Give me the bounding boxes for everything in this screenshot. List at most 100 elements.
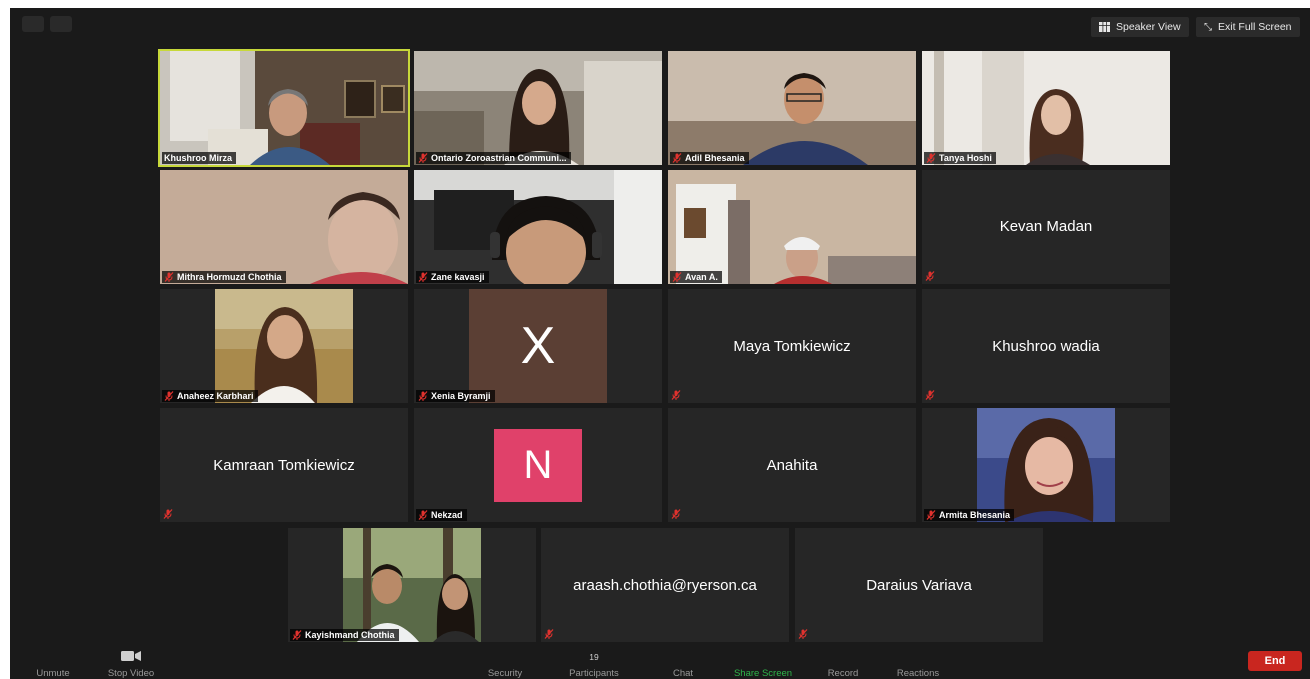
participant-name: Kevan Madan [999, 218, 1093, 235]
muted-mic-icon [672, 153, 682, 163]
participant-name: Armita Bhesania [939, 510, 1011, 520]
stop-video-label: Stop Video [107, 668, 155, 679]
muted-mic-icon [164, 391, 174, 401]
camera-icon [121, 651, 141, 661]
participant-photo [343, 528, 481, 642]
muted-mic-icon [671, 390, 681, 400]
share-screen-button[interactable]: Share Screen [723, 668, 803, 679]
muted-mic-icon [671, 509, 681, 519]
speaker-view-button[interactable]: Speaker View [1091, 17, 1189, 37]
video-tile[interactable]: Mithra Hormuzd Chothia [160, 170, 408, 284]
zoom-meeting-window: Speaker View ⤡ Exit Full Screen Khushroo… [10, 8, 1310, 679]
video-tile[interactable]: Kamraan Tomkiewicz [160, 408, 408, 522]
stop-video-button[interactable]: Stop Video [100, 650, 162, 679]
video-tile[interactable]: Khushroo Mirza [158, 49, 410, 167]
end-label: End [1264, 655, 1286, 667]
participant-photo [215, 289, 353, 403]
participant-video [668, 170, 916, 284]
speaker-view-label: Speaker View [1116, 21, 1181, 33]
participant-name: Khushroo wadia [992, 337, 1100, 355]
participant-name-tag: Armita Bhesania [924, 509, 1015, 521]
muted-mic-icon [292, 630, 302, 640]
exit-fullscreen-icon: ⤡ [1204, 21, 1212, 33]
video-tile[interactable]: Adil Bhesania [668, 51, 916, 165]
video-tile[interactable]: Armita Bhesania [922, 408, 1170, 522]
avatar-letter: N [523, 443, 553, 487]
participant-name: Kayishmand Chothia [305, 630, 395, 640]
participant-video [922, 51, 1170, 165]
muted-mic-icon [418, 510, 428, 520]
muted-mic-icon [926, 153, 936, 163]
video-tile[interactable]: araash.chothia@ryerson.ca [541, 528, 789, 642]
muted-mic-icon [418, 153, 428, 163]
muted-mic-icon [798, 629, 808, 639]
participant-name: Adil Bhesania [685, 153, 745, 163]
participant-name: Anahita [766, 456, 818, 474]
unmute-label: Unmute [36, 668, 70, 679]
video-tile[interactable]: Khushroo wadia [922, 289, 1170, 403]
participant-video [668, 51, 916, 165]
window-controls[interactable] [22, 16, 72, 32]
participant-name: Anaheez Karbhari [177, 391, 254, 401]
participant-name-tag: Mithra Hormuzd Chothia [162, 271, 286, 283]
participant-video [414, 170, 662, 284]
muted-mic-icon [926, 510, 936, 520]
participant-name: Mithra Hormuzd Chothia [177, 272, 282, 282]
muted-mic-icon [163, 509, 173, 519]
participant-video [414, 51, 662, 165]
participant-name: Ontario Zoroastrian Communi... [431, 153, 567, 163]
video-tile[interactable]: Kevan Madan [922, 170, 1170, 284]
participant-video [160, 170, 408, 284]
video-tile[interactable]: Zane kavasji [414, 170, 662, 284]
participant-name: Maya Tomkiewicz [733, 337, 851, 355]
video-tile[interactable]: Anahita [668, 408, 916, 522]
video-tile[interactable]: Kayishmand Chothia [288, 528, 536, 642]
muted-mic-icon [672, 272, 682, 282]
reactions-label: Reactions [896, 668, 940, 679]
muted-mic-icon [925, 271, 935, 281]
muted-mic-icon [544, 629, 554, 639]
share-screen-label: Share Screen [733, 668, 793, 679]
participant-name-tag: Nekzad [416, 509, 467, 521]
video-tile[interactable]: Anaheez Karbhari [160, 289, 408, 403]
participant-name: Xenia Byramji [431, 391, 491, 401]
security-label: Security [487, 668, 523, 679]
video-tile[interactable]: Ontario Zoroastrian Communi... [414, 51, 662, 165]
muted-mic-icon [418, 391, 428, 401]
participant-name: araash.chothia@ryerson.ca [573, 576, 757, 594]
chat-label: Chat [672, 668, 694, 679]
security-button[interactable]: Security [480, 668, 530, 679]
participant-name-tag: Tanya Hoshi [924, 152, 996, 164]
participant-name: Khushroo Mirza [164, 153, 233, 163]
reactions-button[interactable]: Reactions [887, 668, 949, 679]
record-button[interactable]: Record [818, 668, 868, 679]
muted-mic-icon [418, 272, 428, 282]
participant-name-tag: Xenia Byramji [416, 390, 495, 402]
grid-icon [1099, 22, 1110, 32]
meeting-controls-bar: Unmute Stop Video Security 19 Participan… [10, 647, 1310, 679]
participant-name: Zane kavasji [431, 272, 485, 282]
end-meeting-button[interactable]: End [1248, 651, 1302, 671]
participant-name: Daraius Variava [866, 576, 972, 594]
exit-full-screen-label: Exit Full Screen [1218, 21, 1292, 33]
participant-photo [977, 408, 1115, 522]
participant-name-tag: Adil Bhesania [670, 152, 749, 164]
chat-button[interactable]: Chat [665, 668, 701, 679]
video-tile[interactable]: N Nekzad [414, 408, 662, 522]
exit-full-screen-button[interactable]: ⤡ Exit Full Screen [1196, 17, 1300, 37]
video-tile[interactable]: Maya Tomkiewicz [668, 289, 916, 403]
record-label: Record [827, 668, 859, 679]
video-tile[interactable]: Avan A. [668, 170, 916, 284]
participant-name-tag: Khushroo Mirza [162, 152, 237, 164]
video-tile[interactable]: Tanya Hoshi [922, 51, 1170, 165]
unmute-button[interactable]: Unmute [30, 668, 76, 679]
muted-mic-icon [164, 272, 174, 282]
video-tile[interactable]: Daraius Variava [795, 528, 1043, 642]
muted-mic-icon [925, 390, 935, 400]
participant-name: Avan A. [685, 272, 718, 282]
video-tile[interactable]: X Xenia Byramji [414, 289, 662, 403]
participant-name-tag: Ontario Zoroastrian Communi... [416, 152, 571, 164]
participant-name: Tanya Hoshi [939, 153, 992, 163]
participant-name-tag: Kayishmand Chothia [290, 629, 399, 641]
participants-button[interactable]: 19 Participants [558, 652, 630, 679]
